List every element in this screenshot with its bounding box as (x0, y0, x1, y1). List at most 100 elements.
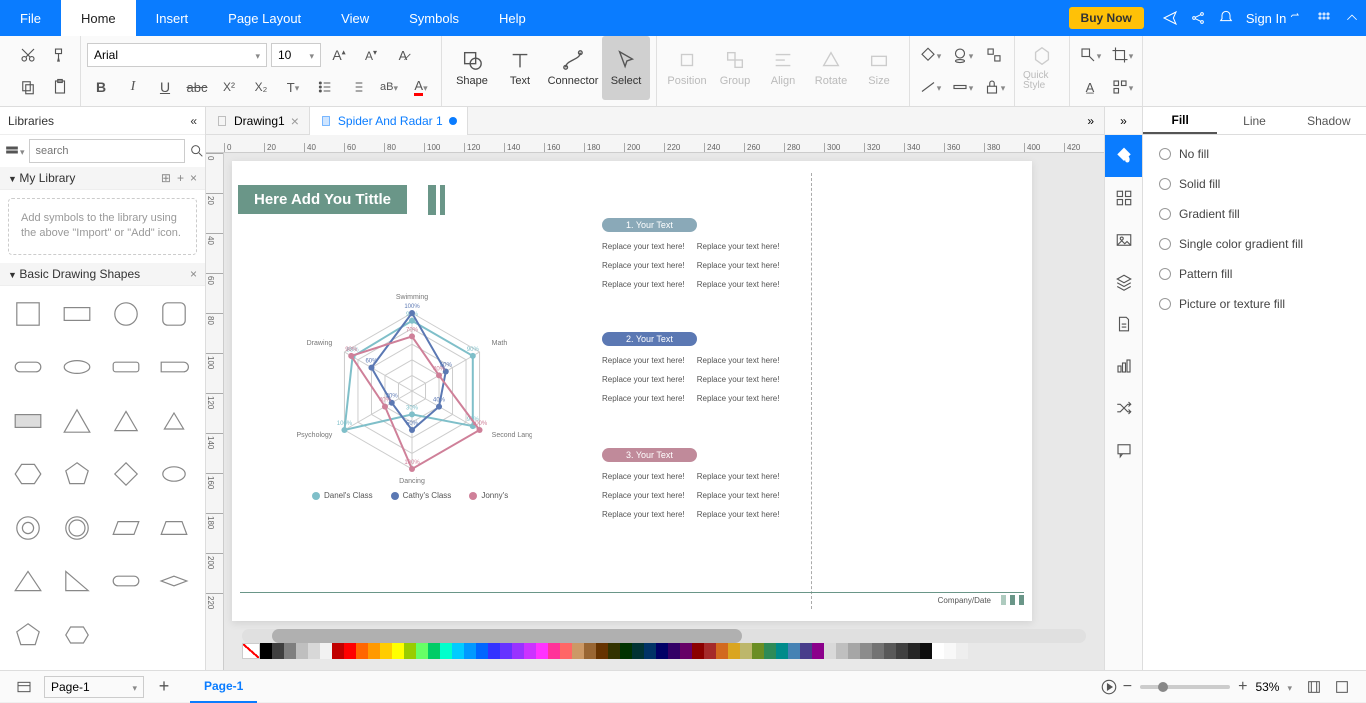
search-icon[interactable] (189, 137, 205, 165)
underline-button[interactable]: U (151, 73, 179, 101)
color-swatch[interactable] (296, 643, 308, 659)
shape-square[interactable] (8, 294, 48, 334)
add-library-icon[interactable]: ⊞ (161, 171, 171, 185)
fill-option[interactable]: Solid fill (1159, 177, 1350, 191)
page-select[interactable]: Page-1 (44, 676, 144, 698)
fill-color-button[interactable] (916, 41, 944, 69)
shape-capsule[interactable] (106, 561, 146, 601)
color-swatch[interactable] (512, 643, 524, 659)
color-swatch[interactable] (944, 643, 956, 659)
shape-ellipse2[interactable] (154, 454, 194, 494)
layers-panel-icon[interactable] (1105, 261, 1143, 303)
comment-panel-icon[interactable] (1105, 429, 1143, 471)
shape-diamond[interactable] (106, 454, 146, 494)
bullets-button[interactable] (311, 73, 339, 101)
menu-view[interactable]: View (321, 0, 389, 36)
color-swatch[interactable] (872, 643, 884, 659)
text-cell[interactable]: Replace your text here! (697, 472, 780, 481)
line-color-button[interactable] (948, 73, 976, 101)
color-swatch[interactable] (356, 643, 368, 659)
tab-fill[interactable]: Fill (1143, 107, 1217, 134)
shape-rhombus[interactable] (154, 561, 194, 601)
italic-button[interactable]: I (119, 73, 147, 101)
color-swatch[interactable] (428, 643, 440, 659)
fill-option[interactable]: No fill (1159, 147, 1350, 161)
cut-button[interactable] (14, 41, 42, 69)
doc-tab-spider-radar[interactable]: Spider And Radar 1 (310, 107, 468, 135)
text-cell[interactable]: Replace your text here! (602, 394, 685, 403)
text-direction-button[interactable]: T (279, 73, 307, 101)
text-cell[interactable]: Replace your text here! (697, 491, 780, 500)
text-tool[interactable]: Text (496, 36, 544, 100)
shuffle-panel-icon[interactable] (1105, 387, 1143, 429)
color-swatch[interactable] (896, 643, 908, 659)
text-highlight-button[interactable]: A̲ (1076, 73, 1104, 101)
radar-chart[interactable]: 90%90%90%30%100%88%100%50%40%50%30%60%70… (292, 271, 532, 511)
apps-icon[interactable] (1310, 0, 1338, 36)
connector-tool[interactable]: Connector (544, 36, 602, 100)
text-section-1[interactable]: 1. Your Text Replace your text here!Repl… (602, 217, 1002, 289)
text-section-2[interactable]: 2. Your Text Replace your text here! Repl… (602, 331, 1002, 403)
text-cell[interactable]: Replace your text here! (602, 375, 685, 384)
no-fill-swatch[interactable] (242, 643, 260, 659)
text-cell[interactable]: Replace your text here! (697, 356, 780, 365)
color-swatch[interactable] (260, 643, 272, 659)
shape-triangle[interactable] (57, 401, 97, 441)
color-swatch[interactable] (368, 643, 380, 659)
color-swatch[interactable] (308, 643, 320, 659)
color-swatch[interactable] (536, 643, 548, 659)
color-swatch[interactable] (848, 643, 860, 659)
color-swatch[interactable] (500, 643, 512, 659)
doc-tab-drawing1[interactable]: Drawing1 × (206, 107, 310, 135)
shape-triangle4[interactable] (8, 561, 48, 601)
fill-panel-icon[interactable] (1105, 135, 1143, 177)
zoom-slider[interactable] (1140, 685, 1230, 689)
fullscreen-button[interactable] (1328, 673, 1356, 701)
color-swatch[interactable] (752, 643, 764, 659)
shape-rounded-rect2[interactable] (106, 347, 146, 387)
zoom-in-button[interactable]: + (1238, 678, 1247, 696)
text-cell[interactable]: Replace your text here! (602, 280, 685, 289)
footer-label[interactable]: Company/Date (938, 596, 991, 605)
bell-icon[interactable] (1212, 0, 1240, 36)
shape-trapezoid[interactable] (154, 508, 194, 548)
color-swatch[interactable] (956, 643, 968, 659)
color-swatch[interactable] (404, 643, 416, 659)
color-swatch[interactable] (464, 643, 476, 659)
color-swatch[interactable] (740, 643, 752, 659)
shape-rounded-square[interactable] (154, 294, 194, 334)
shape-pentagon2[interactable] (8, 615, 48, 655)
tab-shadow[interactable]: Shadow (1292, 107, 1366, 134)
fill-option[interactable]: Gradient fill (1159, 207, 1350, 221)
collapse-right-icon[interactable]: » (1105, 107, 1142, 135)
zoom-out-button[interactable]: − (1123, 678, 1132, 696)
color-swatch[interactable] (764, 643, 776, 659)
section2-header[interactable]: 2. Your Text (602, 332, 697, 346)
expand-panel[interactable]: » (1077, 107, 1104, 135)
color-swatch[interactable] (596, 643, 608, 659)
menu-file[interactable]: File (0, 0, 61, 36)
color-swatch[interactable] (860, 643, 872, 659)
case-button[interactable]: aB (375, 73, 403, 101)
lock-button[interactable] (980, 73, 1008, 101)
text-cell[interactable]: Replace your text here! (697, 394, 780, 403)
color-swatch[interactable] (680, 643, 692, 659)
page-title[interactable]: Here Add You Tittle (238, 185, 407, 214)
image-panel-icon[interactable] (1105, 219, 1143, 261)
text-cell[interactable]: Replace your text here! (697, 280, 780, 289)
basic-shapes-section[interactable]: ▼ Basic Drawing Shapes × (0, 263, 205, 286)
text-cell[interactable]: Replace your text here! (602, 242, 685, 251)
my-library-section[interactable]: ▼ My Library ⊞ + × (0, 167, 205, 190)
scrollbar-thumb[interactable] (272, 629, 742, 643)
buy-now-button[interactable]: Buy Now (1069, 7, 1144, 29)
text-cell[interactable]: Replace your text here! (697, 261, 780, 270)
shadow-button[interactable] (948, 41, 976, 69)
text-cell[interactable]: Replace your text here! (602, 472, 685, 481)
font-size-select[interactable]: 10 (271, 43, 321, 67)
zoom-thumb[interactable] (1158, 682, 1168, 692)
text-section-3[interactable]: 3. Your Text Replace your text here!Repl… (602, 447, 1002, 519)
font-color-button[interactable]: A (407, 73, 435, 101)
color-swatch[interactable] (488, 643, 500, 659)
bold-button[interactable]: B (87, 73, 115, 101)
collapse-left-icon[interactable]: « (190, 114, 197, 128)
